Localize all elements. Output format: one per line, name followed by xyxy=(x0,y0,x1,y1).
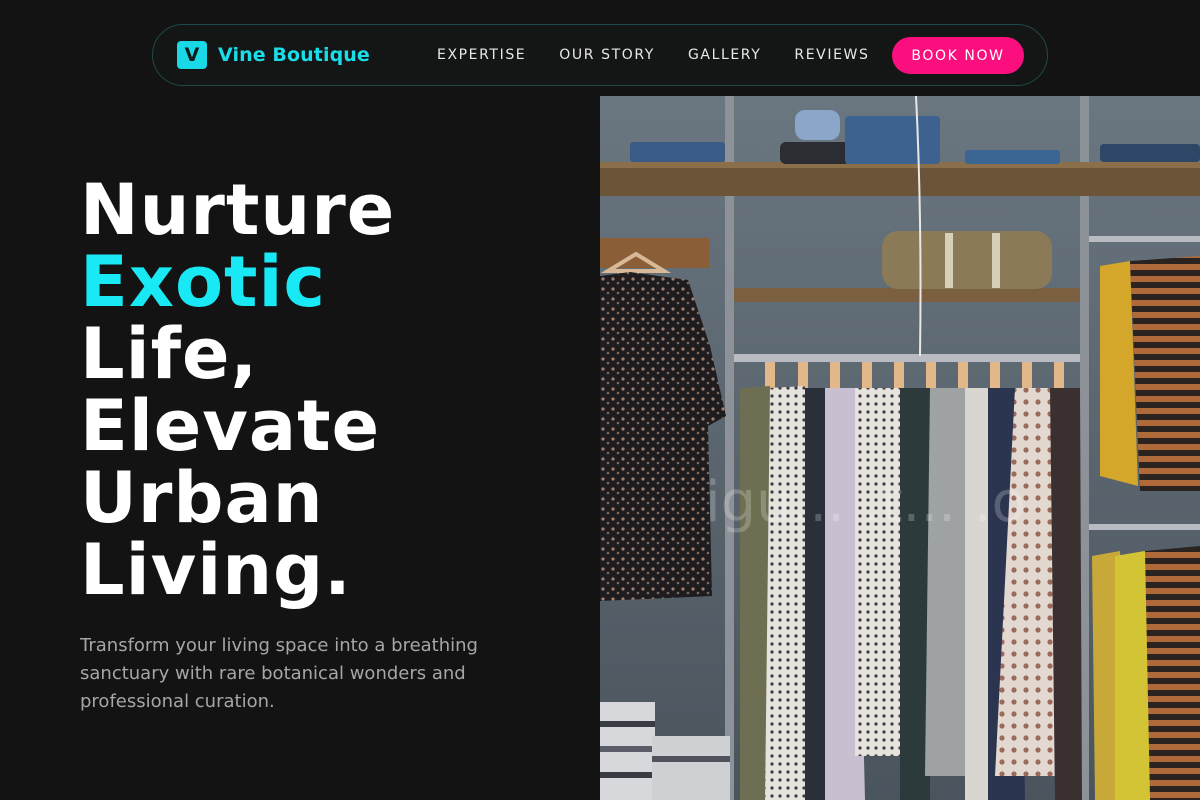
folded-stack xyxy=(652,736,730,800)
pipe xyxy=(725,96,734,800)
side-rod-lower xyxy=(1089,524,1200,530)
landing-page: V Vine Boutique EXPERTISE OUR STORY GALL… xyxy=(0,0,1200,800)
nav-menu: EXPERTISE OUR STORY GALLERY REVIEWS xyxy=(437,47,902,63)
brand-link[interactable]: V Vine Boutique xyxy=(177,41,370,69)
nav-link-our-story[interactable]: OUR STORY xyxy=(559,47,655,63)
top-shelf xyxy=(600,166,1200,196)
nav-link-reviews[interactable]: REVIEWS xyxy=(794,47,869,63)
folded-item xyxy=(780,142,850,164)
duffel-bag xyxy=(882,231,1052,289)
brand-name: Vine Boutique xyxy=(218,44,370,66)
image-watermark: igu... .t... .o xyxy=(705,470,1026,535)
hero-subtitle: Transform your living space into a breat… xyxy=(80,635,478,712)
hero-image: igu... .t... .o xyxy=(600,96,1200,800)
headline-accent-line: Exotic xyxy=(80,241,327,323)
stack-line xyxy=(652,756,730,762)
folded-jeans xyxy=(845,116,940,164)
logo-icon: V xyxy=(177,41,207,69)
hero-headline: Nurture Exotic Life, Elevate Urban Livin… xyxy=(80,174,395,606)
stack-line xyxy=(600,721,655,727)
headline-line: Living. xyxy=(80,529,352,611)
stack-line xyxy=(600,772,655,778)
garment-striped-lower xyxy=(1145,546,1200,800)
nav-link-expertise[interactable]: EXPERTISE xyxy=(437,47,526,63)
headline-line: Elevate xyxy=(80,385,381,467)
side-rod xyxy=(1089,236,1200,242)
bag-stripe xyxy=(945,233,953,288)
folded-jeans xyxy=(965,150,1060,164)
garment-brown xyxy=(1050,388,1082,800)
clothing-rack-illustration: igu... .t... .o xyxy=(600,96,1200,800)
folded-jeans xyxy=(1100,144,1200,162)
headline-line: Life, xyxy=(80,313,259,395)
nav-link-gallery[interactable]: GALLERY xyxy=(688,47,761,63)
rolled-jeans xyxy=(795,110,840,140)
headline-line: Urban xyxy=(80,457,324,539)
bag-stripe xyxy=(992,233,1000,288)
garment-striped xyxy=(1130,256,1200,491)
hanging-rod xyxy=(734,354,1080,362)
book-now-button[interactable]: BOOK NOW xyxy=(892,37,1024,74)
middle-shelf xyxy=(734,288,1080,302)
folded-jeans xyxy=(630,142,725,162)
headline-line: Nurture xyxy=(80,169,396,251)
top-navigation: V Vine Boutique EXPERTISE OUR STORY GALL… xyxy=(152,24,1048,86)
garment-grey xyxy=(925,388,972,776)
stack-line xyxy=(600,746,655,752)
